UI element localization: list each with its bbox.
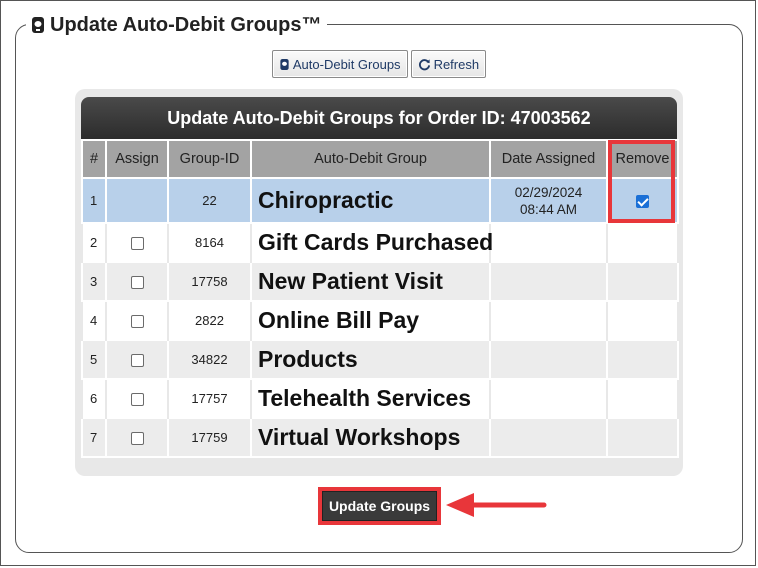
group-id: 34822	[167, 339, 252, 380]
remove-cell	[606, 378, 679, 419]
date-assigned	[489, 378, 608, 419]
group-id: 17757	[167, 378, 252, 419]
table-row: 1 22 Chiropractic 02/29/2024 08:44 AM	[81, 177, 679, 224]
assign-cell	[105, 339, 169, 380]
assign-checkbox[interactable]	[130, 393, 144, 407]
assign-cell	[105, 261, 169, 302]
refresh-label: Refresh	[433, 56, 480, 72]
group-name: Online Bill Pay	[250, 300, 491, 341]
date-assigned	[489, 417, 608, 458]
group-id: 2822	[167, 300, 252, 341]
col-header-group-id: Group-ID	[167, 139, 252, 179]
refresh-icon	[418, 58, 431, 71]
page-title: Update Auto-Debit Groups™	[50, 13, 322, 36]
groups-table-container: Update Auto-Debit Groups for Order ID: 4…	[81, 97, 679, 458]
group-id: 17759	[167, 417, 252, 458]
remove-cell	[606, 222, 679, 263]
row-num: 1	[81, 177, 107, 224]
remove-cell	[606, 177, 679, 224]
table-header-row: # Assign Group-ID Auto-Debit Group Date …	[81, 139, 679, 179]
piggy-bank-icon	[279, 58, 290, 71]
row-num: 2	[81, 222, 107, 263]
group-name: Virtual Workshops	[250, 417, 491, 458]
row-num: 7	[81, 417, 107, 458]
group-id: 22	[167, 177, 252, 224]
remove-cell	[606, 339, 679, 380]
toolbar: Auto-Debit Groups Refresh	[0, 50, 758, 78]
row-num: 5	[81, 339, 107, 380]
row-num: 6	[81, 378, 107, 419]
col-header-date: Date Assigned	[489, 139, 608, 179]
date-assigned	[489, 261, 608, 302]
date-assigned: 02/29/2024 08:44 AM	[489, 177, 608, 224]
refresh-button[interactable]: Refresh	[410, 50, 487, 78]
pointer-arrow-icon	[446, 493, 547, 517]
assign-cell	[105, 300, 169, 341]
assign-checkbox[interactable]	[130, 432, 144, 446]
date-assigned	[489, 300, 608, 341]
groups-table: # Assign Group-ID Auto-Debit Group Date …	[81, 139, 679, 458]
auto-debit-groups-button[interactable]: Auto-Debit Groups	[271, 50, 408, 78]
table-row: 2 8164 Gift Cards Purchased	[81, 222, 679, 263]
remove-cell	[606, 300, 679, 341]
remove-checkbox[interactable]	[636, 195, 649, 209]
update-groups-button[interactable]: Update Groups	[322, 491, 437, 521]
fieldset-legend: Update Auto-Debit Groups™	[26, 10, 328, 40]
col-header-group: Auto-Debit Group	[250, 139, 491, 179]
assign-checkbox[interactable]	[130, 237, 144, 251]
table-row: 5 34822 Products	[81, 339, 679, 380]
table-row: 3 17758 New Patient Visit	[81, 261, 679, 302]
group-id: 17758	[167, 261, 252, 302]
group-name: Products	[250, 339, 491, 380]
date-assigned	[489, 339, 608, 380]
table-title: Update Auto-Debit Groups for Order ID: 4…	[81, 97, 677, 139]
assign-checkbox[interactable]	[130, 315, 144, 329]
table-row: 4 2822 Online Bill Pay	[81, 300, 679, 341]
assign-cell	[105, 177, 169, 224]
date-value: 02/29/2024	[514, 184, 583, 200]
piggy-bank-icon	[30, 16, 46, 34]
assign-cell	[105, 417, 169, 458]
update-button-highlight: Update Groups	[318, 487, 441, 525]
col-header-num: #	[81, 139, 107, 179]
row-num: 3	[81, 261, 107, 302]
auto-debit-groups-label: Auto-Debit Groups	[292, 56, 401, 72]
assign-checkbox[interactable]	[130, 354, 144, 368]
group-name: Chiropractic	[250, 177, 491, 224]
col-header-assign: Assign	[105, 139, 169, 179]
time-value: 08:44 AM	[519, 201, 578, 217]
remove-cell	[606, 417, 679, 458]
group-name: Telehealth Services	[250, 378, 491, 419]
table-row: 6 17757 Telehealth Services	[81, 378, 679, 419]
group-name: Gift Cards Purchased	[250, 222, 493, 263]
assign-cell	[105, 222, 169, 263]
group-name: New Patient Visit	[250, 261, 491, 302]
row-num: 4	[81, 300, 107, 341]
group-id: 8164	[167, 222, 252, 263]
col-header-remove: Remove	[606, 139, 679, 179]
assign-cell	[105, 378, 169, 419]
assign-checkbox[interactable]	[130, 276, 144, 290]
date-assigned	[489, 222, 608, 263]
remove-cell	[606, 261, 679, 302]
table-row: 7 17759 Virtual Workshops	[81, 417, 679, 458]
